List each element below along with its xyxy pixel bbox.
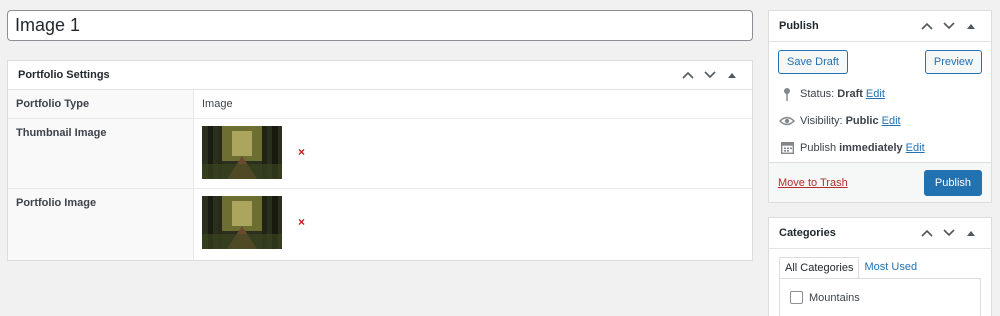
calendar-icon	[779, 141, 795, 154]
move-down-icon[interactable]	[939, 16, 959, 36]
portfolio-settings-header: Portfolio Settings	[8, 61, 752, 90]
status-value: Draft	[837, 87, 863, 100]
status-row: Status: Draft Edit	[779, 80, 981, 107]
portfolio-type-value[interactable]: Image	[194, 90, 752, 118]
category-label: Mountains	[809, 291, 860, 304]
collapse-toggle-icon[interactable]	[722, 65, 742, 85]
categories-list: Mountains	[779, 278, 981, 316]
preview-button[interactable]: Preview	[924, 50, 982, 74]
portfolio-type-label: Portfolio Type	[8, 90, 194, 118]
portfolio-image-label: Portfolio Image	[8, 189, 194, 260]
portfolio-image-preview[interactable]	[202, 196, 282, 249]
collapse-toggle-icon[interactable]	[961, 16, 981, 36]
remove-portfolio-image-icon[interactable]: ×	[298, 215, 305, 229]
categories-box: Categories All Categories Most Used Moun…	[768, 217, 992, 316]
portfolio-image-row: Portfolio Image ×	[8, 189, 752, 260]
publish-footer: Move to Trash Publish	[769, 162, 991, 202]
portfolio-settings-title: Portfolio Settings	[18, 69, 110, 81]
move-down-icon[interactable]	[939, 223, 959, 243]
edit-status-link[interactable]: Edit	[866, 88, 885, 100]
pin-icon	[779, 87, 795, 101]
categories-header: Categories	[769, 218, 991, 249]
publish-header: Publish	[769, 11, 991, 42]
post-title-input[interactable]: Image 1	[7, 10, 753, 41]
thumbnail-image-row: Thumbnail Image ×	[8, 119, 752, 189]
category-item[interactable]: Mountains	[790, 291, 970, 304]
edit-publish-date-link[interactable]: Edit	[906, 142, 925, 154]
move-up-icon[interactable]	[678, 65, 698, 85]
visibility-label: Visibility:	[800, 114, 843, 127]
thumbnail-image-preview[interactable]	[202, 126, 282, 179]
thumbnail-image-label: Thumbnail Image	[8, 119, 194, 188]
remove-thumbnail-icon[interactable]: ×	[298, 145, 305, 159]
publish-label: Publish	[800, 141, 837, 154]
status-label: Status:	[800, 87, 835, 100]
publish-timing: immediately	[839, 141, 903, 154]
portfolio-settings-box: Portfolio Settings Portfolio Type Image …	[7, 60, 753, 261]
publish-button[interactable]: Publish	[923, 169, 982, 196]
categories-title: Categories	[779, 227, 836, 239]
move-up-icon[interactable]	[917, 223, 937, 243]
publish-box: Publish Save Draft Preview Status: Draft…	[768, 10, 992, 203]
save-draft-button[interactable]: Save Draft	[778, 50, 848, 74]
move-down-icon[interactable]	[700, 65, 720, 85]
portfolio-type-row: Portfolio Type Image	[8, 90, 752, 119]
tab-most-used[interactable]: Most Used	[859, 257, 922, 278]
move-to-trash-link[interactable]: Move to Trash	[778, 177, 848, 189]
publish-date-row: Publish immediately Edit	[779, 134, 981, 161]
visibility-value: Public	[845, 114, 879, 127]
edit-visibility-link[interactable]: Edit	[882, 115, 901, 127]
category-checkbox[interactable]	[790, 291, 803, 304]
visibility-row: Visibility: Public Edit	[779, 107, 981, 134]
collapse-toggle-icon[interactable]	[961, 223, 981, 243]
publish-title: Publish	[779, 20, 819, 32]
eye-icon	[779, 116, 795, 126]
move-up-icon[interactable]	[917, 16, 937, 36]
tab-all-categories[interactable]: All Categories	[779, 257, 860, 278]
